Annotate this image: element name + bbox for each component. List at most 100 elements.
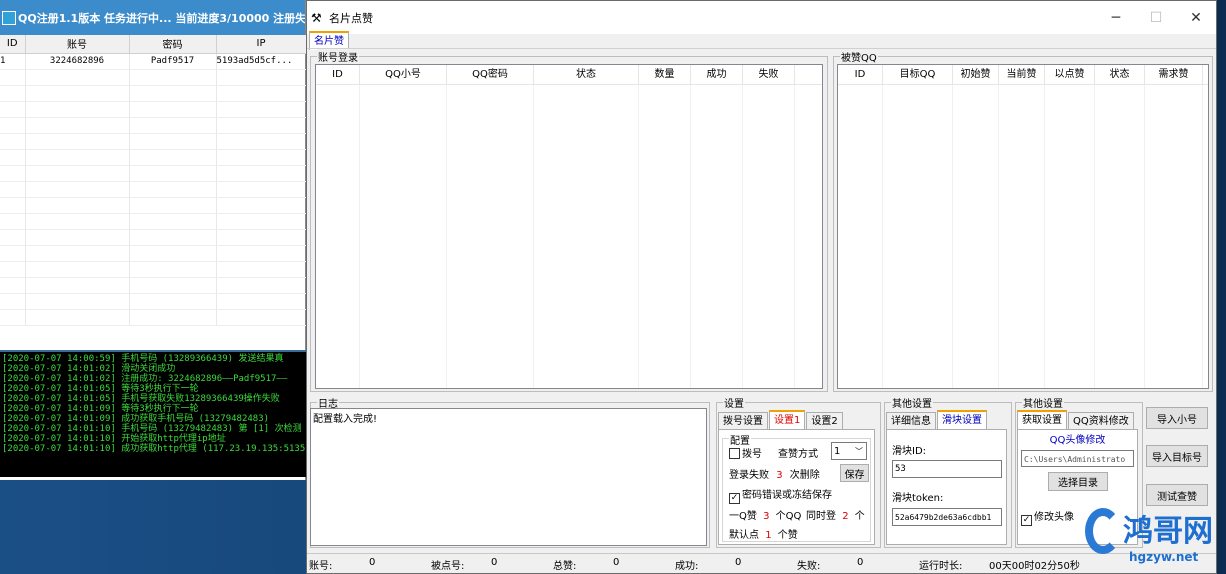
col-password[interactable]: 密码 [129, 35, 217, 54]
table-row[interactable] [0, 101, 307, 118]
table-row[interactable]: 1 3224682896 Padf9517 5193ad5d5cf... [0, 53, 307, 70]
dial-checkbox-box[interactable] [729, 448, 740, 459]
default-value[interactable]: 1 [765, 530, 771, 541]
login-fail-value[interactable]: 3 [776, 470, 782, 481]
query-mode-label: 查赞方式 [778, 449, 818, 460]
import-accounts-button[interactable]: 导入小号 [1146, 407, 1208, 429]
table-row[interactable] [0, 277, 307, 294]
table-row[interactable] [0, 309, 307, 326]
main-window-titlebar[interactable]: ⚒ 名片点赞 ─ ☐ ✕ [307, 1, 1216, 34]
dial-checkbox[interactable]: 拨号 [729, 445, 762, 460]
import-targets-button[interactable]: 导入目标号 [1146, 445, 1208, 467]
table-cell [129, 197, 217, 214]
column-header[interactable]: 状态 [534, 65, 639, 84]
table-cell [0, 213, 26, 230]
check-icon[interactable]: ✓ [729, 493, 740, 504]
table-row[interactable] [0, 165, 307, 182]
account-list[interactable]: ID QQ小号 QQ密码 状态 数量 成功 失败 [315, 64, 823, 389]
log-line: [2020-07-07 14:01:09] 等待3秒执行下一轮 [2, 404, 199, 414]
table-cell [129, 293, 217, 310]
modify-avatar-checkbox[interactable]: ✓ 修改头像 [1021, 508, 1074, 526]
column-header[interactable]: ID [316, 65, 360, 84]
table-row[interactable] [0, 213, 307, 230]
save-button[interactable]: 保存 [840, 464, 869, 482]
table-row[interactable] [0, 133, 307, 150]
table-cell [216, 293, 307, 310]
table-cell [0, 309, 26, 326]
column-header[interactable]: QQ小号 [360, 65, 447, 84]
tab-settings-2[interactable]: 设置2 [806, 412, 843, 429]
table-row[interactable] [0, 245, 307, 262]
tab-details[interactable]: 详细信息 [886, 412, 936, 429]
column-body [316, 85, 360, 388]
default-unit: 个赞 [777, 530, 798, 541]
column-body [360, 85, 447, 388]
col-account[interactable]: 账号 [25, 35, 130, 54]
slider-id-label: 滑块ID: [892, 446, 927, 457]
column-body [953, 85, 999, 388]
table-cell [129, 101, 217, 118]
table-row[interactable] [0, 229, 307, 246]
tab-slider-settings[interactable]: 滑块设置 [937, 410, 987, 429]
table-cell [129, 245, 217, 262]
col-ip[interactable]: IP [216, 35, 307, 54]
status-total-value: 0 [613, 557, 620, 568]
avatar-path-input[interactable]: C:\Users\Administrato [1021, 450, 1134, 467]
col-id[interactable]: ID [0, 35, 26, 54]
table-cell [216, 149, 307, 166]
table-row[interactable] [0, 149, 307, 166]
test-query-button[interactable]: 测试查赞 [1146, 484, 1208, 506]
column-header[interactable]: ID [838, 65, 883, 84]
table-cell [25, 149, 130, 166]
status-success-value: 0 [735, 557, 742, 568]
column-header[interactable]: 失败 [743, 65, 795, 84]
column-body [639, 85, 691, 388]
register-window-titlebar[interactable]: QQ注册1.1版本 任务进行中... 当前进度3/10000 注册失败: 0 [0, 0, 305, 35]
column-header[interactable]: 需求赞 [1145, 65, 1203, 84]
table-row[interactable] [0, 293, 307, 310]
column-header[interactable]: 成功 [691, 65, 743, 84]
slider-token-input[interactable]: 52a6479b2de63a6cdbb1 [892, 508, 1002, 526]
simul-value[interactable]: 2 [842, 511, 848, 522]
query-mode-select[interactable]: 1 ﹀ [831, 442, 867, 460]
target-list[interactable]: ID 目标QQ 初始赞 当前赞 以点赞 状态 需求赞 [837, 64, 1209, 389]
table-cell [25, 181, 130, 198]
column-header[interactable]: 初始赞 [953, 65, 999, 84]
table-cell [25, 261, 130, 278]
likes-value[interactable]: 3 [763, 511, 769, 522]
other-settings-label-2: 其他设置 [1022, 395, 1064, 410]
tab-qq-profile-edit[interactable]: QQ资料修改 [1068, 412, 1134, 429]
minimize-button[interactable]: ─ [1096, 1, 1136, 34]
table-row[interactable] [0, 69, 307, 86]
table-cell [129, 165, 217, 182]
log-textarea[interactable]: 配置载入完成! [310, 408, 707, 546]
table-row[interactable] [0, 181, 307, 198]
choose-dir-button[interactable]: 选择目录 [1048, 472, 1108, 491]
pwd-error-checkbox[interactable]: ✓ 密码错误或冻结保存 [729, 486, 832, 504]
tab-dial-settings[interactable]: 拨号设置 [718, 412, 768, 429]
column-header[interactable]: 以点赞 [1045, 65, 1095, 84]
table-cell [129, 69, 217, 86]
column-header[interactable]: 数量 [639, 65, 691, 84]
column-header[interactable]: 当前赞 [999, 65, 1045, 84]
table-row[interactable] [0, 197, 307, 214]
column-header[interactable]: 目标QQ [883, 65, 953, 84]
register-window: QQ注册1.1版本 任务进行中... 当前进度3/10000 注册失败: 0 I… [0, 0, 307, 480]
close-button[interactable]: ✕ [1176, 1, 1216, 34]
tab-settings-1[interactable]: 设置1 [769, 410, 806, 429]
check-icon[interactable]: ✓ [1021, 515, 1032, 526]
table-row[interactable] [0, 85, 307, 102]
slider-id-input[interactable]: 53 [892, 460, 1002, 478]
maximize-button[interactable]: ☐ [1136, 1, 1176, 34]
tab-fetch-settings[interactable]: 获取设置 [1017, 410, 1067, 429]
table-cell [25, 117, 130, 134]
table-cell [216, 261, 307, 278]
table-row[interactable] [0, 261, 307, 278]
target-qq-label: 被赞QQ [840, 49, 878, 64]
column-body [838, 85, 883, 388]
table-row[interactable] [0, 117, 307, 134]
column-header[interactable]: 状态 [1095, 65, 1145, 84]
other-settings-tabs-1: 详细信息 滑块设置 [886, 410, 988, 429]
column-header[interactable]: QQ密码 [447, 65, 534, 84]
table-cell [129, 229, 217, 246]
